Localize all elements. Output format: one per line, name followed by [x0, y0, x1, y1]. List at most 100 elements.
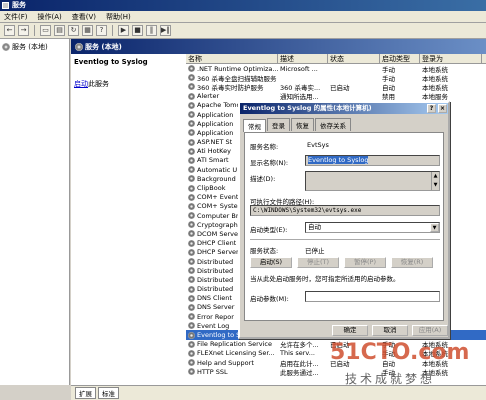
play-icon[interactable]: ▶: [118, 25, 129, 36]
apply-button[interactable]: 应用(A): [412, 325, 448, 336]
up-icon[interactable]: ▭: [40, 25, 51, 36]
table-row[interactable]: Alerter 通知所选用... 禁用 本地服务: [186, 92, 486, 101]
gear-icon: [188, 313, 195, 321]
cell-name: 360 杀毒实时防护服务: [186, 82, 278, 92]
cancel-button[interactable]: 取消: [372, 325, 408, 336]
service-description-pane: Eventlog to Syslog 启动此服务: [71, 54, 186, 385]
start-service-link[interactable]: 启动: [74, 80, 88, 88]
tab-extended[interactable]: 扩展: [75, 387, 96, 399]
cell-name-text: Distributed: [197, 285, 234, 294]
table-row[interactable]: HTTP SSL 此服务通过... 手动 本地系统: [186, 367, 486, 377]
gear-icon: [188, 156, 195, 164]
column-status[interactable]: 状态: [328, 54, 380, 63]
menu-action[interactable]: 操作(A): [38, 12, 62, 22]
restart-icon[interactable]: ▶‖: [160, 25, 171, 36]
cell-name-text: Distributed: [197, 257, 234, 266]
gear-icon: [188, 230, 195, 238]
cell-description: 通知所选用...: [278, 91, 328, 101]
services-app-icon: [2, 2, 9, 9]
description-field[interactable]: ▲ ▼: [305, 171, 440, 191]
cell-name: HTTP SSL: [186, 368, 278, 376]
display-name-label: 显示名称(N):: [250, 159, 289, 167]
close-icon[interactable]: ×: [438, 104, 447, 113]
gear-icon: [188, 129, 195, 137]
cell-startup-type: 禁用: [380, 91, 420, 101]
gear-icon: [188, 359, 195, 367]
cell-name: File Replication Service: [186, 340, 278, 348]
forward-icon[interactable]: →: [18, 25, 29, 36]
properties-icon[interactable]: ▤: [54, 25, 65, 36]
cell-description: Microsoft ...: [278, 65, 328, 73]
scrollbar[interactable]: ▲ ▼: [431, 172, 439, 190]
tab-recovery[interactable]: 恢复: [291, 118, 314, 131]
gear-icon: [188, 303, 195, 311]
pause-icon[interactable]: ‖: [146, 25, 157, 36]
column-log-on-as[interactable]: 登录为: [420, 54, 482, 63]
cell-name-text: Background: [197, 174, 236, 183]
tree-item-services-local[interactable]: 服务 (本地): [0, 39, 69, 55]
column-startup-type[interactable]: 启动类型: [380, 54, 420, 63]
tab-standard[interactable]: 标准: [98, 387, 119, 399]
general-tab-panel: 服务名称: EvtSys 显示名称(N): Eventlog to Syslog…: [244, 132, 444, 321]
back-icon[interactable]: ←: [4, 25, 15, 36]
display-name-field[interactable]: Eventlog to Syslog: [305, 155, 440, 166]
stop-icon[interactable]: ■: [132, 25, 143, 36]
selected-service-name: Eventlog to Syslog: [74, 58, 148, 66]
cell-startup-type-text: 禁用: [382, 93, 395, 102]
display-name-value: Eventlog to Syslog: [308, 156, 369, 164]
resume-button[interactable]: 恢复(R): [391, 257, 433, 268]
start-params-label: 启动参数(M):: [250, 295, 289, 303]
cell-name: FLEXnet Licensing Ser...: [186, 349, 278, 357]
cell-name-text: Error Repor: [197, 312, 234, 321]
cell-name-text: COM+ Event: [197, 193, 239, 202]
cell-status-text: 已启动: [330, 83, 350, 92]
gear-icon: [188, 340, 195, 348]
help-icon[interactable]: ?: [96, 25, 107, 36]
startup-type-value: 自动: [308, 223, 321, 231]
refresh-icon[interactable]: ↻: [68, 25, 79, 36]
gear-icon: [188, 184, 195, 192]
gear-icon: [188, 239, 195, 247]
tab-dependencies[interactable]: 依存关系: [315, 118, 351, 131]
cell-log-on-as: 本地服务: [420, 91, 482, 101]
cell-name-text: Application: [197, 110, 234, 119]
column-name[interactable]: 名称: [186, 54, 278, 63]
cell-status: 已启动: [328, 82, 380, 92]
help-icon[interactable]: ?: [427, 104, 436, 113]
menu-view[interactable]: 查看(V): [72, 12, 96, 22]
cell-name-text: Automatic U: [197, 165, 238, 174]
menu-help[interactable]: 帮助(H): [106, 12, 131, 22]
gear-icon: [188, 276, 195, 284]
cell-name-text: DHCP Client: [197, 239, 237, 248]
tab-logon[interactable]: 登录: [267, 118, 290, 131]
cell-name-text: File Replication Service: [197, 340, 273, 349]
startup-type-select[interactable]: 自动 ▼: [305, 222, 440, 233]
chevron-down-icon[interactable]: ▼: [430, 223, 439, 232]
cell-name-text: DNS Client: [197, 294, 232, 303]
export-icon[interactable]: ▦: [82, 25, 93, 36]
column-description[interactable]: 描述: [278, 54, 328, 63]
service-name-label: 服务名称:: [250, 143, 279, 151]
properties-dialog: Eventlog to Syslog 的属性(本地计算机) ? × 常规 登录 …: [238, 101, 450, 339]
divider: [250, 239, 440, 240]
watermark-logo: 51CTO.com: [330, 340, 470, 365]
cell-name: Help and Support: [186, 359, 278, 367]
cell-name-text: Application: [197, 119, 234, 128]
stop-button[interactable]: 停止(T): [297, 257, 339, 268]
gear-icon: [188, 92, 195, 100]
gear-icon: [188, 83, 195, 91]
cell-description-text: 通知所选用...: [280, 93, 319, 102]
start-button[interactable]: 启动(S): [250, 257, 292, 268]
menu-file[interactable]: 文件(F): [4, 12, 28, 22]
gear-icon: [188, 202, 195, 210]
pause-button[interactable]: 暂停(P): [344, 257, 386, 268]
description-label: 描述(D):: [250, 175, 276, 183]
start-params-hint: 当从此处启动服务时，您可指定所适用的启动参数。: [250, 275, 400, 283]
ok-button[interactable]: 确定: [332, 325, 368, 336]
dialog-title-bar: Eventlog to Syslog 的属性(本地计算机) ? ×: [240, 103, 448, 114]
start-params-input[interactable]: [305, 291, 440, 302]
cell-name-text: Cryptograph: [197, 220, 238, 229]
cell-name-text: ASP.NET St: [197, 138, 233, 147]
toolbar-separator: [34, 25, 35, 36]
tab-general[interactable]: 常规: [243, 119, 266, 132]
